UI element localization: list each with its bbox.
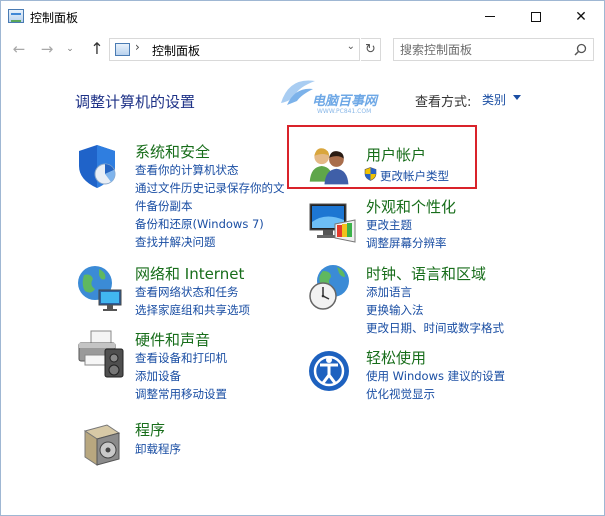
minimize-button[interactable] (467, 1, 513, 32)
chevron-down-icon[interactable]: ⌄ (347, 41, 355, 52)
ease-of-access-icon[interactable] (307, 349, 357, 399)
breadcrumb-separator-icon[interactable]: › (135, 40, 140, 54)
view-by-dropdown[interactable]: 类别 (482, 91, 506, 108)
category-title-hardware-sound[interactable]: 硬件和声音 (135, 329, 210, 350)
category-title-clock-language[interactable]: 时钟、语言和区域 (366, 263, 486, 284)
link-optimize-visual-display[interactable]: 优化视觉显示 (366, 386, 435, 402)
printer-icon[interactable] (75, 329, 125, 379)
watermark-url: WWW.PC841.COM (317, 108, 372, 115)
maximize-icon (531, 11, 541, 22)
shield-icon[interactable] (75, 142, 125, 192)
watermark-title: 电脑百事网 (312, 94, 378, 109)
recent-locations-button[interactable]: ⌄ (64, 39, 76, 59)
link-view-computer-status[interactable]: 查看你的计算机状态 (135, 162, 239, 178)
category-title-network-internet[interactable]: 网络和 Internet (135, 263, 244, 284)
control-panel-window: 控制面板 ✕ ← → ⌄ ↑ › 控制面板 ⌄ ↻ 调整计算机的设置 查看方式:… (0, 0, 605, 516)
link-backup-restore[interactable]: 备份和还原(Windows 7) (135, 216, 264, 232)
link-network-status[interactable]: 查看网络状态和任务 (135, 284, 239, 300)
back-button[interactable]: ← (9, 39, 29, 59)
breadcrumb-control-panel[interactable]: 控制面板 (152, 42, 200, 59)
maximize-button[interactable] (513, 1, 559, 32)
navigation-bar: ← → ⌄ ↑ › 控制面板 ⌄ ↻ (1, 34, 604, 64)
category-system-security: 系统和安全 查看你的计算机状态 通过文件历史记录保存你的文 件备份副本 备份和还… (73, 141, 303, 256)
link-add-language[interactable]: 添加语言 (366, 284, 412, 300)
window-title: 控制面板 (30, 11, 79, 25)
search-box[interactable] (393, 38, 594, 61)
link-add-device[interactable]: 添加设备 (135, 368, 181, 384)
link-recommended-settings[interactable]: 使用 Windows 建议的设置 (366, 368, 505, 384)
link-date-time-format[interactable]: 更改日期、时间或数字格式 (366, 320, 504, 336)
category-title-programs[interactable]: 程序 (135, 419, 165, 440)
close-icon: ✕ (575, 8, 587, 25)
forward-button[interactable]: → (37, 39, 57, 59)
page-title: 调整计算机的设置 (75, 93, 196, 111)
category-clock-language-region: 时钟、语言和区域 添加语言 更换输入法 更改日期、时间或数字格式 (305, 263, 565, 343)
link-change-theme[interactable]: 更改主题 (366, 217, 412, 233)
highlight-box (287, 125, 477, 189)
link-file-history-continued[interactable]: 件备份副本 (135, 198, 193, 214)
category-title-ease-of-access[interactable]: 轻松使用 (366, 347, 426, 368)
category-title-appearance[interactable]: 外观和个性化 (366, 196, 456, 217)
link-uninstall-program[interactable]: 卸载程序 (135, 441, 181, 457)
network-globe-icon[interactable] (75, 263, 125, 313)
category-programs: 程序 卸载程序 (73, 419, 303, 469)
category-hardware-sound: 硬件和声音 查看设备和打印机 添加设备 调整常用移动设置 (73, 329, 303, 409)
link-troubleshoot[interactable]: 查找并解决问题 (135, 234, 216, 250)
link-file-history[interactable]: 通过文件历史记录保存你的文 (135, 180, 285, 196)
category-ease-of-access: 轻松使用 使用 Windows 建议的设置 优化视觉显示 (305, 347, 565, 407)
title-bar[interactable]: 控制面板 ✕ (1, 1, 604, 32)
link-devices-printers[interactable]: 查看设备和打印机 (135, 350, 227, 366)
up-button[interactable]: ↑ (87, 39, 107, 59)
search-icon[interactable] (574, 43, 587, 56)
category-network-internet: 网络和 Internet 查看网络状态和任务 选择家庭组和共享选项 (73, 263, 303, 323)
link-homegroup-sharing[interactable]: 选择家庭组和共享选项 (135, 302, 250, 318)
appearance-monitor-icon[interactable] (307, 198, 357, 248)
link-mobility-settings[interactable]: 调整常用移动设置 (135, 386, 227, 402)
close-button[interactable]: ✕ (558, 1, 604, 32)
category-title-system-security[interactable]: 系统和安全 (135, 141, 210, 162)
view-by-label: 查看方式: (415, 95, 472, 110)
address-bar[interactable]: › 控制面板 ⌄ (109, 38, 360, 61)
refresh-button[interactable]: ↻ (361, 38, 381, 61)
search-input[interactable] (400, 41, 568, 58)
link-change-input-method[interactable]: 更换输入法 (366, 302, 424, 318)
watermark: 电脑百事网 WWW.PC841.COM (277, 73, 397, 123)
control-panel-small-icon (115, 43, 130, 56)
minimize-icon (485, 16, 495, 17)
clock-globe-icon[interactable] (307, 263, 357, 313)
view-by-chevron-down-icon[interactable] (513, 95, 521, 100)
link-screen-resolution[interactable]: 调整屏幕分辨率 (366, 235, 447, 251)
programs-box-icon[interactable] (77, 419, 127, 469)
control-panel-app-icon (8, 9, 24, 23)
category-appearance: 外观和个性化 更改主题 调整屏幕分辨率 (305, 196, 545, 256)
wing-logo-icon (281, 80, 315, 105)
